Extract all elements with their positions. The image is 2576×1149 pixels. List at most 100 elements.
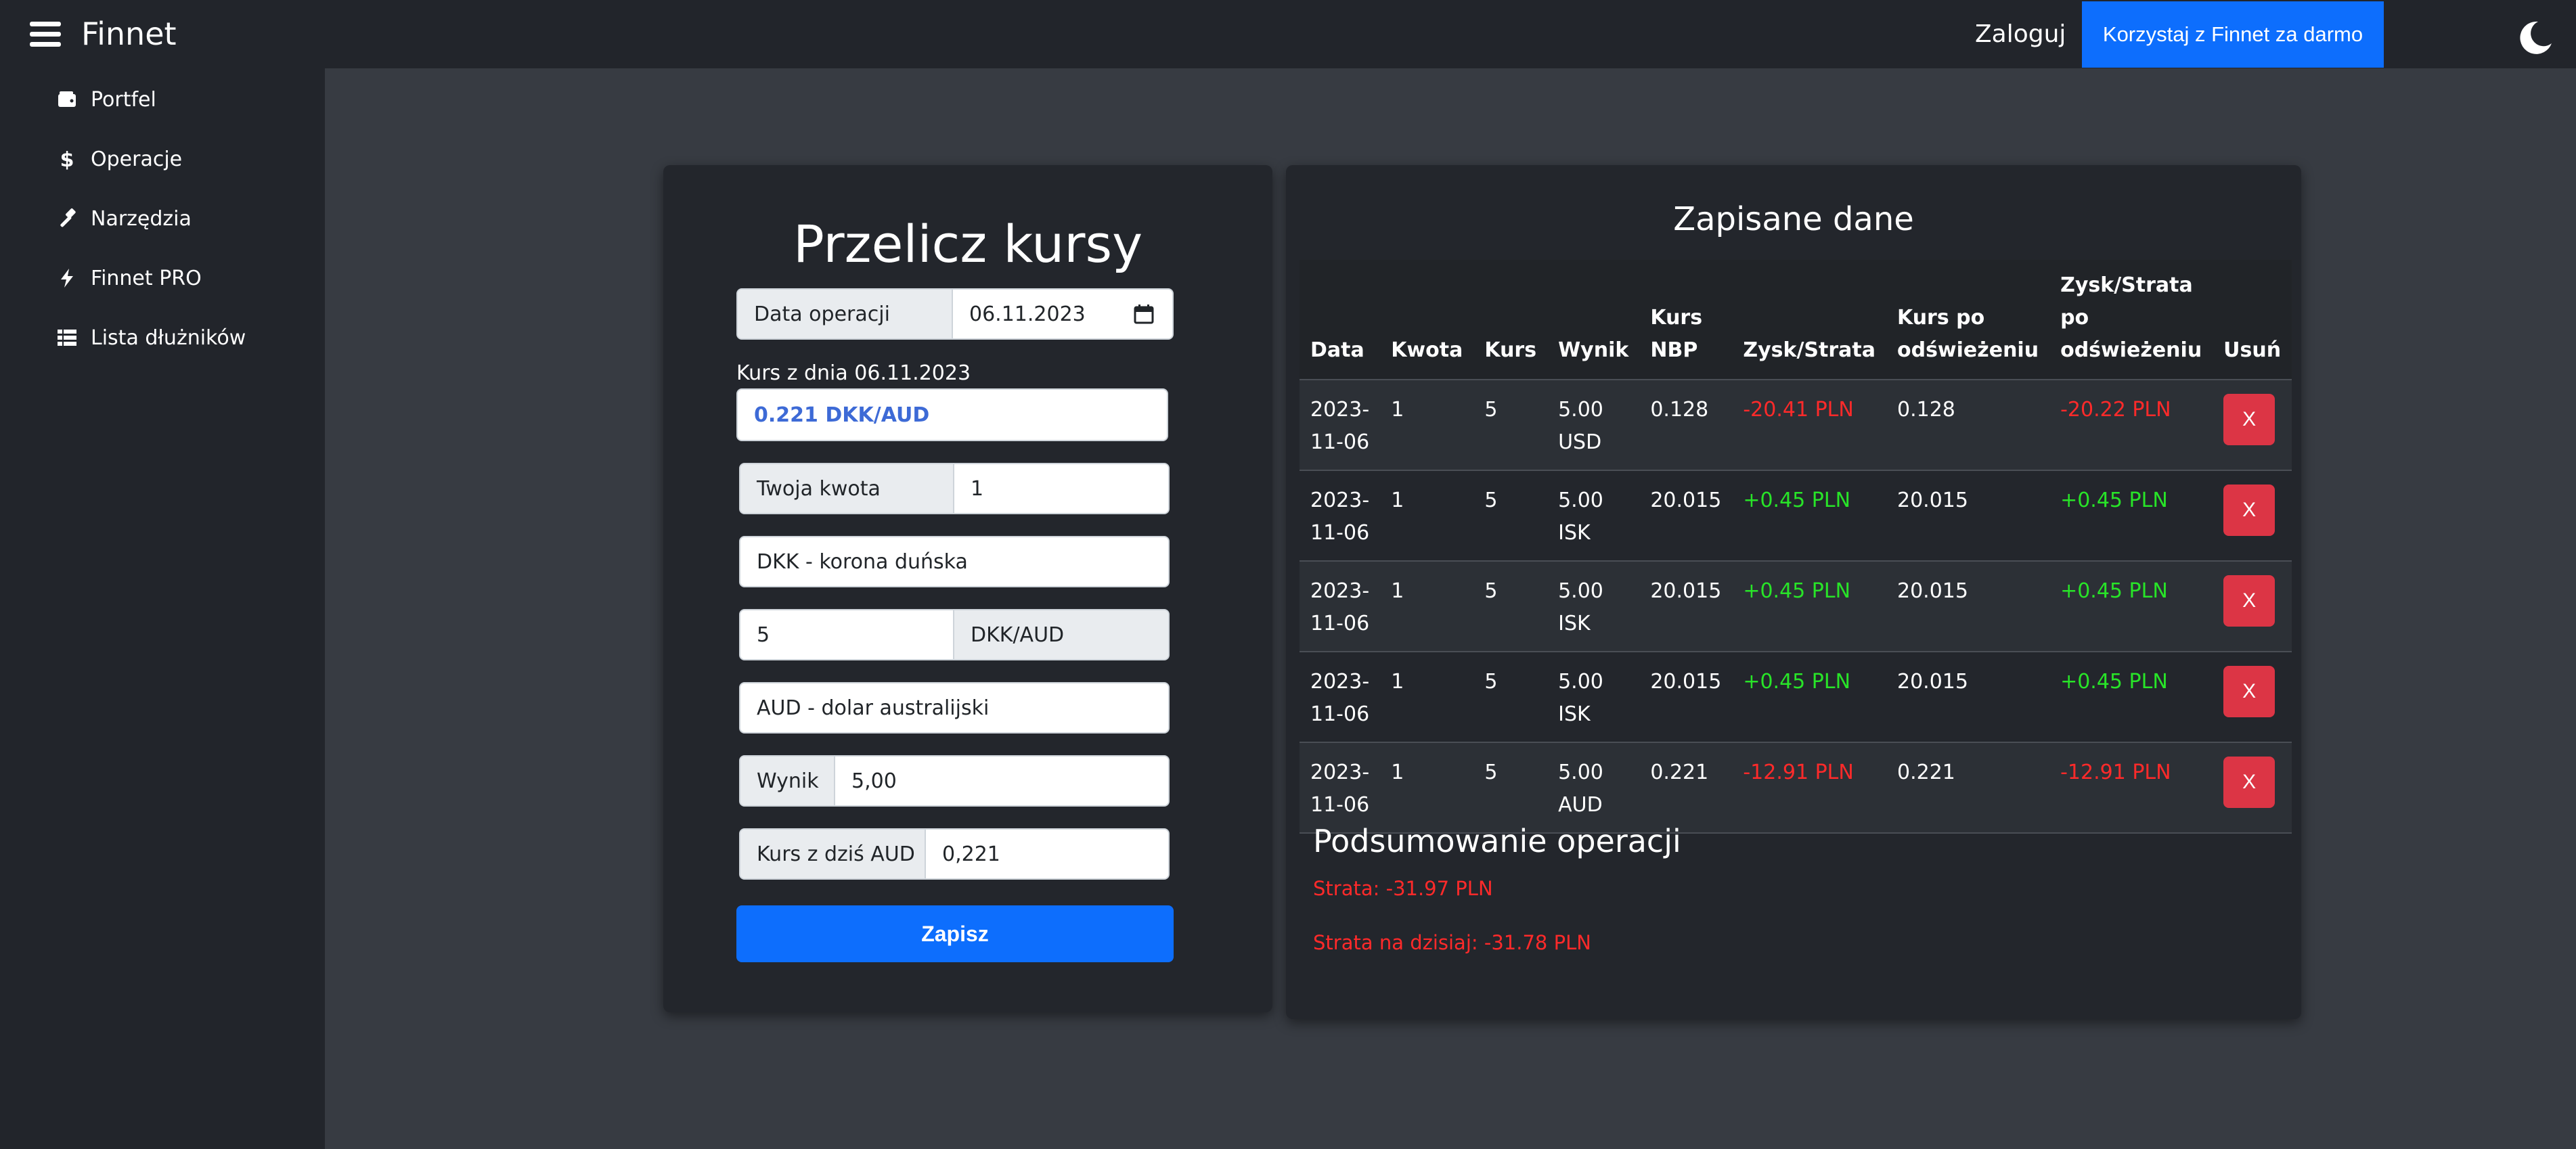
cell-nbp-rate: 0.221 — [1639, 742, 1733, 834]
sidebar-item-portfel[interactable]: Portfel — [55, 79, 156, 120]
rate-input[interactable]: 5 — [740, 610, 954, 659]
column-header: Kurs po odświeżeniu — [1886, 260, 2050, 380]
svg-text:$: $ — [60, 148, 74, 170]
hamburger-menu-icon[interactable] — [30, 22, 61, 47]
to-currency-select[interactable]: AUD - dolar australijski — [739, 682, 1170, 734]
rate-input-group: 5 DKK/AUD — [739, 609, 1170, 660]
wallet-icon — [55, 88, 79, 111]
top-navbar: Finnet Zaloguj Korzystaj z Finnet za dar… — [0, 0, 2576, 68]
cell-rate-refresh: 20.015 — [1886, 561, 2050, 652]
column-header: Kurs NBP — [1639, 260, 1733, 380]
hammer-icon — [55, 207, 79, 230]
cell-rate-refresh: 20.015 — [1886, 470, 2050, 562]
cell-date: 2023-11-06 — [1300, 380, 1381, 471]
result-input[interactable]: 5,00 — [835, 757, 1168, 805]
save-button[interactable]: Zapisz — [736, 905, 1174, 962]
amount-input[interactable]: 1 — [954, 464, 1168, 513]
cell-profit-loss-refresh: +0.45 PLN — [2049, 652, 2213, 743]
cell-profit-loss: -12.91 PLN — [1732, 742, 1886, 834]
cell-rate: 5 — [1473, 380, 1548, 471]
cell-delete: X — [2213, 470, 2292, 562]
cell-nbp-rate: 20.015 — [1639, 561, 1733, 652]
cell-delete: X — [2213, 742, 2292, 834]
cell-amount: 1 — [1380, 380, 1474, 471]
date-value: 06.11.2023 — [969, 302, 1086, 326]
delete-button[interactable]: X — [2223, 757, 2275, 808]
cell-rate-refresh: 20.015 — [1886, 652, 2050, 743]
cell-profit-loss: -20.41 PLN — [1732, 380, 1886, 471]
table-row: 2023-11-06 1 5 5.00 ISK 20.015 +0.45 PLN… — [1300, 561, 2292, 652]
sidebar-item-operacje[interactable]: $ Operacje — [55, 139, 183, 179]
brand-logo[interactable]: Finnet — [81, 15, 177, 53]
date-input[interactable]: 06.11.2023 — [953, 290, 1172, 338]
cell-rate: 5 — [1473, 561, 1548, 652]
cell-result: 5.00 ISK — [1547, 561, 1640, 652]
cell-rate-refresh: 0.128 — [1886, 380, 2050, 471]
amount-input-group: Twoja kwota 1 — [739, 463, 1170, 514]
cell-rate-refresh: 0.221 — [1886, 742, 2050, 834]
login-link[interactable]: Zaloguj — [1975, 19, 2066, 50]
cell-amount: 1 — [1380, 652, 1474, 743]
column-header: Kwota — [1380, 260, 1474, 380]
cell-date: 2023-11-06 — [1300, 742, 1381, 834]
cell-delete: X — [2213, 561, 2292, 652]
dollar-icon: $ — [55, 148, 79, 171]
result-input-group: Wynik 5,00 — [739, 755, 1170, 807]
cell-result: 5.00 ISK — [1547, 652, 1640, 743]
table-row: 2023-11-06 1 5 5.00 USD 0.128 -20.41 PLN… — [1300, 380, 2292, 471]
column-header: Zysk/Strata po odświeżeniu — [2049, 260, 2213, 380]
delete-button[interactable]: X — [2223, 666, 2275, 717]
table-header-row: Data Kwota Kurs Wynik Kurs NBP Zysk/Stra… — [1300, 260, 2292, 380]
signup-button[interactable]: Korzystaj z Finnet za darmo — [2082, 1, 2384, 68]
delete-button[interactable]: X — [2223, 394, 2275, 445]
cell-delete: X — [2213, 652, 2292, 743]
cell-nbp-rate: 20.015 — [1639, 652, 1733, 743]
column-header: Zysk/Strata — [1732, 260, 1886, 380]
sidebar-item-narzedzia[interactable]: Narzędzia — [55, 198, 192, 239]
cell-profit-loss-refresh: +0.45 PLN — [2049, 470, 2213, 562]
sidebar-item-label: Narzędzia — [91, 206, 192, 231]
converter-title: Przelicz kursy — [793, 214, 1143, 274]
cell-date: 2023-11-06 — [1300, 652, 1381, 743]
sidebar-item-label: Finnet PRO — [91, 266, 202, 290]
sidebar-item-lista-dluznikow[interactable]: Lista dłużników — [55, 317, 246, 358]
cell-result: 5.00 AUD — [1547, 742, 1640, 834]
moon-icon[interactable] — [2518, 19, 2554, 55]
cell-profit-loss-refresh: -20.22 PLN — [2049, 380, 2213, 471]
date-label: Data operacji — [738, 290, 953, 338]
saved-data-title: Zapisane dane — [1673, 200, 1914, 238]
table-row: 2023-11-06 1 5 5.00 ISK 20.015 +0.45 PLN… — [1300, 470, 2292, 562]
cell-result: 5.00 USD — [1547, 380, 1640, 471]
cell-rate: 5 — [1473, 742, 1548, 834]
cell-delete: X — [2213, 380, 2292, 471]
sidebar-item-label: Operacje — [91, 147, 183, 171]
summary-title: Podsumowanie operacji — [1313, 823, 1681, 859]
table-row: 2023-11-06 1 5 5.00 AUD 0.221 -12.91 PLN… — [1300, 742, 2292, 834]
cell-rate: 5 — [1473, 652, 1548, 743]
sidebar-item-label: Portfel — [91, 87, 156, 112]
date-input-group: Data operacji 06.11.2023 — [736, 288, 1174, 340]
cell-date: 2023-11-06 — [1300, 561, 1381, 652]
delete-button[interactable]: X — [2223, 485, 2275, 536]
table-row: 2023-11-06 1 5 5.00 ISK 20.015 +0.45 PLN… — [1300, 652, 2292, 743]
cell-amount: 1 — [1380, 561, 1474, 652]
summary-loss: Strata: -31.97 PLN — [1313, 877, 1493, 900]
column-header: Kurs — [1473, 260, 1548, 380]
cell-profit-loss-refresh: +0.45 PLN — [2049, 561, 2213, 652]
cell-profit-loss: +0.45 PLN — [1732, 470, 1886, 562]
column-header: Wynik — [1547, 260, 1640, 380]
today-rate-input[interactable]: 0,221 — [926, 830, 1168, 878]
cell-date: 2023-11-06 — [1300, 470, 1381, 562]
saved-data-table: Data Kwota Kurs Wynik Kurs NBP Zysk/Stra… — [1300, 260, 2292, 834]
sidebar: Portfel $ Operacje Narzędzia Finnet PRO … — [0, 68, 325, 1149]
from-currency-select[interactable]: DKK - korona duńska — [739, 536, 1170, 587]
cell-amount: 1 — [1380, 470, 1474, 562]
today-rate-input-group: Kurs z dziś AUD 0,221 — [739, 828, 1170, 880]
delete-button[interactable]: X — [2223, 575, 2275, 627]
result-label: Wynik — [740, 757, 835, 805]
column-header: Data — [1300, 260, 1381, 380]
summary-loss-today: Strata na dzisiaj: -31.78 PLN — [1313, 931, 1591, 954]
sidebar-item-finnet-pro[interactable]: Finnet PRO — [55, 258, 202, 298]
calendar-icon[interactable] — [1133, 303, 1155, 325]
cell-profit-loss-refresh: -12.91 PLN — [2049, 742, 2213, 834]
